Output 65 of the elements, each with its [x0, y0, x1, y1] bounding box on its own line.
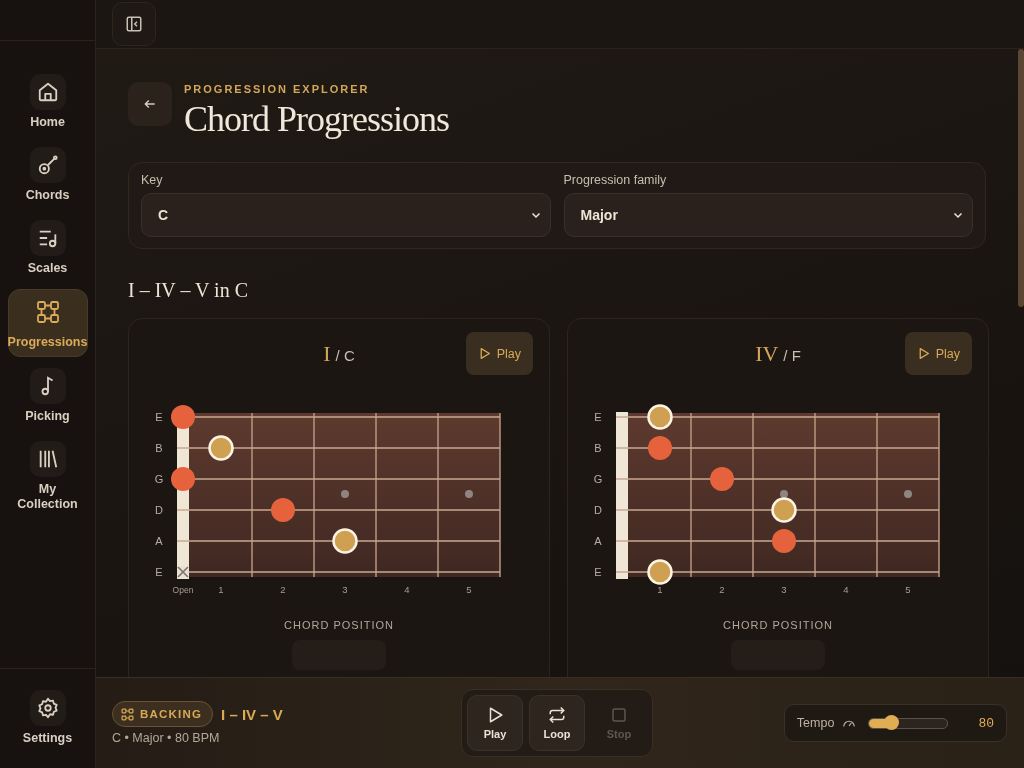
roman-numeral: I: [323, 341, 331, 367]
fret-number: 3: [342, 584, 348, 595]
backing-badge: BACKING: [112, 701, 214, 727]
section-title: I – IV – V in C: [128, 279, 250, 302]
fret-number: 2: [280, 584, 286, 595]
sidebar-item[interactable]: Picking: [8, 364, 87, 430]
string-label: G: [154, 473, 164, 485]
string-label: A: [594, 535, 602, 547]
home-icon: [36, 81, 59, 103]
string-label: E: [594, 411, 602, 423]
fret-number: 4: [404, 584, 410, 595]
fret-number: 1: [657, 584, 663, 595]
fret-number: 3: [781, 584, 787, 595]
string-label: G: [593, 473, 603, 485]
tempo-label: Tempo: [796, 716, 835, 730]
chord-position-caption: CHORD POSITION: [723, 619, 833, 631]
fret-number: 5: [466, 584, 472, 595]
string-label: A: [155, 535, 163, 547]
scrollbar[interactable]: [1018, 49, 1024, 307]
guitar-icon: [36, 154, 59, 176]
chord-position-caption: CHORD POSITION: [284, 619, 394, 631]
sidebar-item[interactable]: Home: [8, 70, 87, 136]
string-label: E: [155, 566, 163, 578]
loop-button[interactable]: Loop: [529, 695, 585, 751]
fret-number: 4: [843, 584, 849, 595]
filter-label: Progression family: [563, 173, 668, 187]
progression-details: C • Major • 80 BPM: [112, 731, 221, 745]
flow-grid-icon: [121, 707, 134, 721]
chord-name: / F: [783, 347, 801, 364]
repeat-icon: [548, 706, 566, 724]
sidebar-item[interactable]: Chords: [8, 143, 87, 209]
sidebar-item[interactable]: My Collection: [8, 437, 87, 518]
fret-number: 1: [218, 584, 224, 595]
settings-icon: [36, 696, 59, 719]
page-title: Chord Progressions: [184, 98, 449, 140]
panel-collapse-icon: [125, 15, 143, 33]
flow-grid-icon: [35, 300, 60, 324]
string-label: B: [594, 442, 602, 454]
play-button[interactable]: Play: [465, 332, 533, 375]
progression-title: I – IV – V: [221, 705, 283, 723]
string-label: D: [155, 504, 163, 516]
chord-name: / C: [335, 347, 355, 364]
settings-item[interactable]: Settings: [8, 685, 87, 752]
page-eyebrow: PROGRESSION EXPLORER: [184, 83, 371, 95]
play-button[interactable]: Play: [904, 332, 972, 375]
string-label: E: [155, 411, 163, 423]
sidebar-item[interactable]: Scales: [8, 216, 87, 282]
tempo-value: 80: [978, 715, 994, 731]
string-label: E: [594, 566, 602, 578]
back-button[interactable]: [128, 82, 172, 126]
string-label: B: [155, 442, 163, 454]
select-field[interactable]: C: [141, 193, 551, 237]
fret-number: 2: [719, 584, 725, 595]
back-arrow-icon: [143, 97, 157, 111]
play-button[interactable]: Play: [467, 695, 523, 751]
fret-number: Open: [172, 585, 194, 595]
stop-icon: [610, 706, 628, 724]
select-field[interactable]: Major: [563, 193, 973, 237]
roman-numeral: IV: [755, 341, 779, 367]
fret-number: 5: [905, 584, 911, 595]
tempo-slider[interactable]: [868, 717, 949, 729]
string-label: D: [594, 504, 602, 516]
sidebar-toggle-button[interactable]: [112, 2, 156, 46]
filter-label: Key: [141, 173, 164, 187]
sidebar-item[interactable]: Progressions: [7, 289, 88, 357]
